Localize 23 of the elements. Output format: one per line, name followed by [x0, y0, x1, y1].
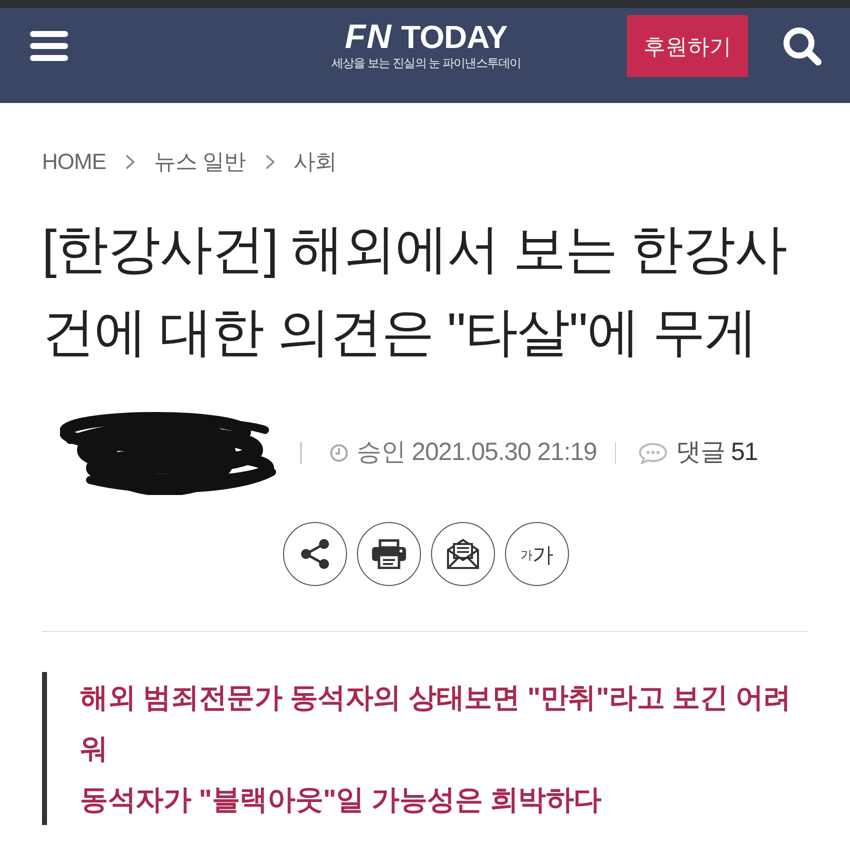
comments-label: 댓글	[676, 438, 725, 466]
font-size-button[interactable]: 가가	[505, 522, 569, 586]
logo-wordmark[interactable]: TODAY	[401, 21, 508, 53]
comment-icon	[638, 442, 668, 464]
logo-mark[interactable]: FN	[344, 21, 392, 53]
envelope-icon	[446, 538, 480, 570]
menu-icon[interactable]	[30, 31, 68, 61]
donate-button[interactable]: 후원하기	[627, 15, 748, 77]
chevron-icon	[125, 154, 135, 170]
search-icon[interactable]	[782, 26, 822, 66]
printer-icon	[372, 539, 406, 569]
comments-count: 51	[731, 438, 758, 466]
breadcrumb-link[interactable]: 뉴스 일반	[154, 147, 246, 177]
clock-icon	[330, 444, 348, 462]
breadcrumb-link[interactable]: 사회	[294, 147, 337, 177]
subheading: 동석자가 "블랙아웃"일 가능성은 희박하다	[80, 783, 602, 817]
chevron-icon	[264, 154, 275, 170]
approval-datetime: 승인 2021.05.30 21:19	[356, 436, 597, 468]
logo-tagline: 세상을 보는 진실의 눈 파이낸스투데이	[331, 55, 521, 71]
subheading: 해외 범죄전문가 동석자의 상태보면 "만취"라고 보긴 어려워	[80, 681, 792, 766]
breadcrumb-link[interactable]: HOME	[42, 147, 106, 177]
share-icon	[300, 538, 330, 570]
article-title: [한강사건] 해외에서 보는 한강사건에 대한 의견은 "타살"에 무게	[42, 219, 788, 364]
